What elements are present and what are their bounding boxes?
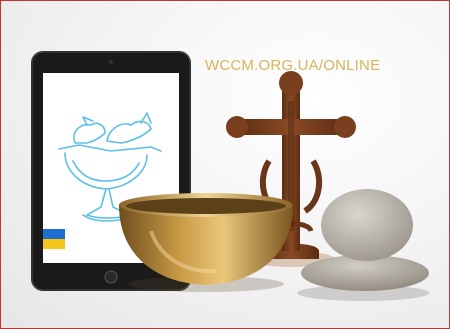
tablet-home-button bbox=[104, 270, 118, 284]
tablet-camera bbox=[109, 60, 113, 64]
promo-image: WCCM.ORG.UA/ONLINE bbox=[0, 0, 450, 329]
ukraine-flag-icon bbox=[43, 229, 65, 249]
stacked-stones bbox=[297, 189, 429, 301]
website-url: WCCM.ORG.UA/ONLINE bbox=[205, 57, 381, 74]
scene-illustration bbox=[31, 51, 429, 301]
